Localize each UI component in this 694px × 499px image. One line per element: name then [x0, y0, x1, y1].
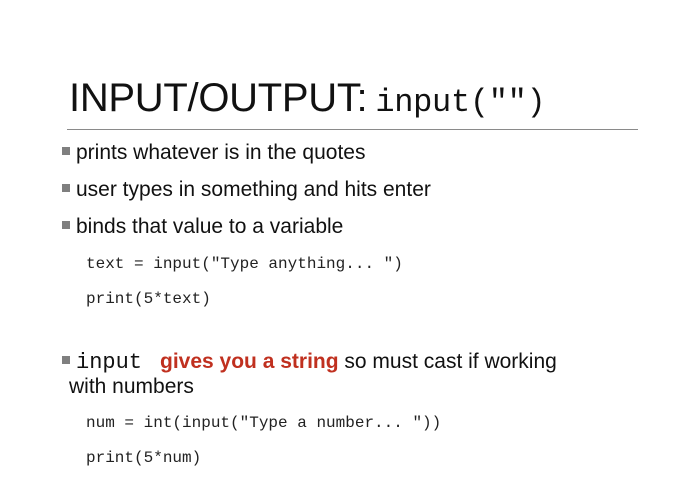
highlight-text: gives you a string [160, 350, 339, 373]
slide: INPUT/OUTPUT: input("") prints whatever i… [0, 0, 694, 499]
code-line: text = input("Type anything... ") [86, 255, 403, 273]
bullet-text: prints whatever is in the quotes [76, 141, 366, 164]
bullet-text: so must cast if working [338, 350, 557, 373]
bullet-item: user types in something and hits enter [62, 176, 431, 204]
bullet-square-icon [62, 184, 70, 192]
bullet-continuation: with numbers [69, 375, 194, 398]
bullet-text: user types in something and hits enter [76, 178, 431, 201]
bullet-square-icon [62, 356, 70, 364]
bullet-square-icon [62, 147, 70, 155]
title-code: input("") [375, 84, 546, 121]
slide-title: INPUT/OUTPUT: input("") [69, 70, 546, 126]
code-line: print(5*num) [86, 449, 202, 467]
code-line: num = int(input("Type a number... ")) [86, 414, 442, 432]
bullet-item: prints whatever is in the quotes [62, 139, 366, 167]
inline-code: input [76, 350, 143, 375]
bullet-square-icon [62, 221, 70, 229]
bullet-item: binds that value to a variable [62, 213, 343, 241]
bullet-text: binds that value to a variable [76, 215, 344, 238]
bullet-item: input gives you a string so must cast if … [62, 348, 557, 376]
code-line: print(5*text) [86, 290, 211, 308]
title-text: INPUT/OUTPUT: [69, 76, 368, 120]
title-divider [67, 129, 638, 130]
